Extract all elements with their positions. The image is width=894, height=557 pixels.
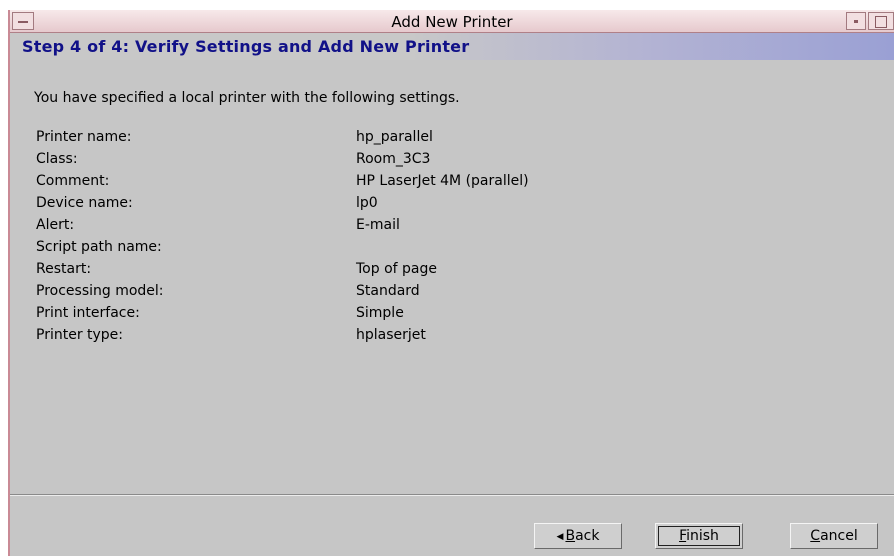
step-banner: Step 4 of 4: Verify Settings and Add New… <box>10 33 894 60</box>
add-printer-dialog: Add New Printer Step 4 of 4: Verify Sett… <box>8 10 894 556</box>
setting-label: Device name: <box>36 195 133 211</box>
setting-label: Script path name: <box>36 239 162 255</box>
back-label: ack <box>575 528 600 544</box>
finish-label: inish <box>686 528 719 544</box>
cancel-button[interactable]: Cancel <box>790 523 878 549</box>
setting-row-alert: Alert: E-mail <box>36 217 736 239</box>
setting-value: hp_parallel <box>356 129 433 145</box>
setting-label: Processing model: <box>36 283 164 299</box>
setting-label: Class: <box>36 151 78 167</box>
back-mnemonic: B <box>565 528 576 544</box>
intro-text: You have specified a local printer with … <box>34 90 460 106</box>
setting-value: HP LaserJet 4M (parallel) <box>356 173 529 189</box>
button-bar: ◀ Back Finish Cancel <box>10 494 894 557</box>
setting-row-printer-type: Printer type: hplaserjet <box>36 327 736 349</box>
cancel-mnemonic: C <box>810 528 821 544</box>
maximize-icon[interactable] <box>868 12 894 30</box>
title-bar[interactable]: Add New Printer <box>10 10 894 33</box>
setting-row-class: Class: Room_3C3 <box>36 151 736 173</box>
setting-row-device-name: Device name: lp0 <box>36 195 736 217</box>
setting-label: Print interface: <box>36 305 140 321</box>
setting-label: Comment: <box>36 173 110 189</box>
setting-value: Simple <box>356 305 404 321</box>
settings-summary: Printer name: hp_parallel Class: Room_3C… <box>36 129 736 349</box>
setting-value: hplaserjet <box>356 327 426 343</box>
setting-row-print-interface: Print interface: Simple <box>36 305 736 327</box>
setting-value: E-mail <box>356 217 400 233</box>
setting-label: Printer name: <box>36 129 132 145</box>
cancel-label: ancel <box>820 528 858 544</box>
setting-value: Room_3C3 <box>356 151 431 167</box>
back-button[interactable]: ◀ Back <box>534 523 622 549</box>
setting-label: Printer type: <box>36 327 124 343</box>
setting-row-comment: Comment: HP LaserJet 4M (parallel) <box>36 173 736 195</box>
setting-value: Standard <box>356 283 420 299</box>
setting-row-printer-name: Printer name: hp_parallel <box>36 129 736 151</box>
setting-row-processing-model: Processing model: Standard <box>36 283 736 305</box>
left-arrow-icon: ◀ <box>556 532 564 542</box>
setting-row-restart: Restart: Top of page <box>36 261 736 283</box>
window-title: Add New Printer <box>391 13 513 31</box>
finish-button[interactable]: Finish <box>655 523 743 549</box>
step-title: Step 4 of 4: Verify Settings and Add New… <box>22 37 470 56</box>
setting-value: Top of page <box>356 261 437 277</box>
setting-row-script-path-name: Script path name: <box>36 239 736 261</box>
setting-value: lp0 <box>356 195 378 211</box>
setting-label: Restart: <box>36 261 92 277</box>
minimize-icon[interactable] <box>846 12 866 30</box>
setting-label: Alert: <box>36 217 75 233</box>
